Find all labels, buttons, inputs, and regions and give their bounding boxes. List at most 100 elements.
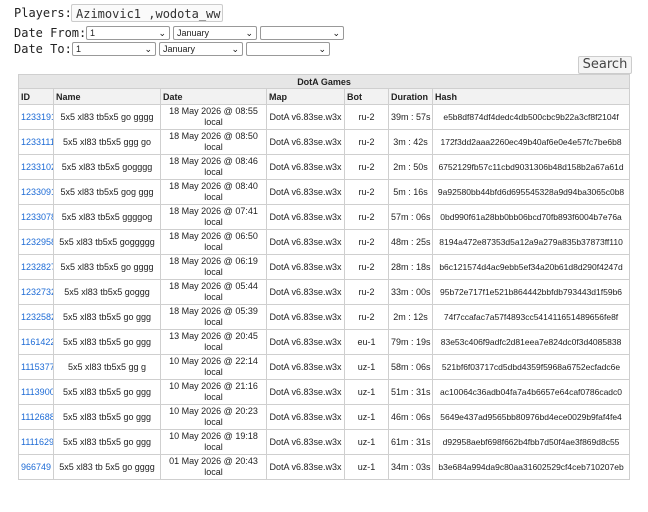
date-from-day-select[interactable]: 1 ⌄ xyxy=(86,26,170,40)
game-bot-cell: ru-2 xyxy=(344,204,389,230)
game-date-timezone: local xyxy=(204,142,223,152)
table-row: 966749 5x5 xl83 tb 5x5 go gggg 01 May 2026… xyxy=(18,454,631,480)
game-name-cell: 5x5 xl83 tb 5x5 go gggg xyxy=(53,454,161,480)
date-from-month-value: January xyxy=(177,28,210,38)
game-duration-cell: 2m : 12s xyxy=(388,304,433,330)
game-date-value: 13 May 2026 @ 20:45 xyxy=(169,331,258,341)
game-map-cell: DotA v6.83se.w3x xyxy=(266,329,345,355)
game-date-timezone: local xyxy=(204,317,223,327)
game-map-cell: DotA v6.83se.w3x xyxy=(266,454,345,480)
game-date-timezone: local xyxy=(204,392,223,402)
game-hash-cell: 6752129fb57c11cbd9031306b48d158b2a67a61d xyxy=(431,154,631,180)
chevron-down-icon: ⌄ xyxy=(245,27,253,38)
game-date-timezone: local xyxy=(204,167,223,177)
game-date-value: 10 May 2026 @ 20:23 xyxy=(169,406,258,416)
game-id-link[interactable]: 966749 xyxy=(21,462,51,472)
game-date-value: 18 May 2026 @ 05:39 xyxy=(169,306,258,316)
game-bot-cell: ru-2 xyxy=(344,304,389,330)
game-name-cell: 5x5 xl83 tb5x5 go ggg xyxy=(53,304,161,330)
game-duration-cell: 3m : 42s xyxy=(388,129,433,155)
game-id-link[interactable]: 1112688 xyxy=(21,412,53,422)
game-hash-cell: b6c121574d4ac9ebb5ef34a20b61d8d290f4247d xyxy=(431,254,631,280)
game-hash-cell: 0bd990f61a28bb0bb06bcd70fb893f6004b7e76a xyxy=(431,204,631,230)
date-from-month-select[interactable]: January ⌄ xyxy=(173,26,257,40)
game-date-value: 18 May 2026 @ 06:50 xyxy=(169,231,258,241)
game-id-link[interactable]: 1161422 xyxy=(21,337,53,347)
game-id-link[interactable]: 1232827 xyxy=(21,262,53,272)
game-name-cell: 5x5 xl83 tb5x5 gogggg xyxy=(53,154,161,180)
game-hash-cell: 8194a472e87353d5a12a9a279a835b37873ff110 xyxy=(431,229,631,255)
games-table: DotA Games ID Name Date Map Bot Duration Hash … xyxy=(17,74,631,480)
players-input[interactable]: Azimovic1 ,wodota_ww xyxy=(71,4,223,22)
game-id-link[interactable]: 1111629 xyxy=(21,437,53,447)
game-duration-cell: 48m : 25s xyxy=(388,229,433,255)
date-to-month-select[interactable]: January ⌄ xyxy=(159,42,243,56)
game-date-cell: 18 May 2026 @ 08:50 local xyxy=(160,129,267,155)
game-id-cell: 1232827 xyxy=(18,254,54,280)
game-map-cell: DotA v6.83se.w3x xyxy=(266,104,345,130)
table-caption: DotA Games xyxy=(17,74,631,89)
game-date-cell: 18 May 2026 @ 05:39 local xyxy=(160,304,267,330)
game-bot-cell: ru-2 xyxy=(344,104,389,130)
game-date-value: 10 May 2026 @ 21:16 xyxy=(169,381,258,391)
game-id-cell: 1161422 xyxy=(18,329,54,355)
game-date-cell: 18 May 2026 @ 06:50 local xyxy=(160,229,267,255)
date-from-label: Date From: xyxy=(14,26,87,40)
game-date-cell: 10 May 2026 @ 21:16 local xyxy=(160,379,267,405)
game-duration-cell: 79m : 19s xyxy=(388,329,433,355)
table-row: 1232732 5x5 xl83 tb5x5 goggg 18 May 2026 @… xyxy=(18,279,631,305)
game-id-cell: 1233078 xyxy=(18,204,54,230)
game-hash-cell: 9a92580bb44bfd6d695545328a9d94ba3065c0b8 xyxy=(431,179,631,205)
game-id-cell: 1115377 xyxy=(18,354,54,380)
table-row: 1115377 5x5 xl83 tb5x5 gg g 10 May 2026 @ … xyxy=(18,354,631,380)
game-duration-cell: 2m : 50s xyxy=(388,154,433,180)
game-duration-cell: 61m : 31s xyxy=(388,429,433,455)
table-header-row: ID Name Date Map Bot Duration Hash xyxy=(18,88,631,105)
column-header: Duration xyxy=(388,88,433,105)
game-date-timezone: local xyxy=(204,417,223,427)
game-id-cell: 1233091 xyxy=(18,179,54,205)
game-date-value: 18 May 2026 @ 05:44 xyxy=(169,281,258,291)
game-bot-cell: ru-2 xyxy=(344,254,389,280)
date-to-month-value: January xyxy=(163,44,196,54)
game-date-value: 18 May 2026 @ 08:40 xyxy=(169,181,258,191)
game-hash-cell: 521bf6f03717cd5dbd4359f5968a6752ecfadc6e xyxy=(431,354,631,380)
game-id-link[interactable]: 1233111 xyxy=(21,137,53,147)
game-hash-cell: ac10064c36adb04fa7a4b6657e64caf0786cadc0 xyxy=(431,379,631,405)
game-duration-cell: 39m : 57s xyxy=(388,104,433,130)
date-from-year-select[interactable]: ⌄ xyxy=(260,26,344,40)
date-to-year-select[interactable]: ⌄ xyxy=(246,42,330,56)
game-id-cell: 1232958 xyxy=(18,229,54,255)
game-id-link[interactable]: 1232958 xyxy=(21,237,53,247)
table-row: 1111629 5x5 xl83 tb5x5 go ggg 10 May 2026 … xyxy=(18,429,631,455)
date-to-day-select[interactable]: 1 ⌄ xyxy=(72,42,156,56)
game-id-link[interactable]: 1233078 xyxy=(21,212,53,222)
game-bot-cell: ru-2 xyxy=(344,229,389,255)
table-row: 1161422 5x5 xl83 tb5x5 go ggg 13 May 2026 … xyxy=(18,329,631,355)
game-bot-cell: ru-2 xyxy=(344,129,389,155)
search-button[interactable]: Search xyxy=(578,56,632,74)
table-row: 1232582 5x5 xl83 tb5x5 go ggg 18 May 2026 … xyxy=(18,304,631,330)
game-duration-cell: 51m : 31s xyxy=(388,379,433,405)
game-hash-cell: 74f7ccafac7a57f4893cc541411651489656fe8f xyxy=(431,304,631,330)
table-row: 1233102 5x5 xl83 tb5x5 gogggg 18 May 2026 … xyxy=(18,154,631,180)
date-to-row: Date To: 1 ⌄ January ⌄ ⌄ xyxy=(14,41,347,57)
chevron-down-icon: ⌄ xyxy=(144,43,152,54)
game-map-cell: DotA v6.83se.w3x xyxy=(266,254,345,280)
game-date-cell: 10 May 2026 @ 19:18 local xyxy=(160,429,267,455)
game-name-cell: 5x5 xl83 tb5x5 go gggg xyxy=(53,254,161,280)
game-id-cell: 966749 xyxy=(18,454,54,480)
game-id-link[interactable]: 1232582 xyxy=(21,312,53,322)
game-date-value: 10 May 2026 @ 22:14 xyxy=(169,356,258,366)
game-bot-cell: uz-1 xyxy=(344,354,389,380)
game-date-cell: 13 May 2026 @ 20:45 local xyxy=(160,329,267,355)
game-id-link[interactable]: 1113900 xyxy=(21,387,53,397)
game-id-link[interactable]: 1232732 xyxy=(21,287,53,297)
game-id-link[interactable]: 1233191 xyxy=(21,112,53,122)
game-date-cell: 18 May 2026 @ 08:46 local xyxy=(160,154,267,180)
game-name-cell: 5x5 xl83 tb5x5 go ggg xyxy=(53,404,161,430)
game-id-link[interactable]: 1115377 xyxy=(21,362,53,372)
game-id-link[interactable]: 1233091 xyxy=(21,187,53,197)
game-id-link[interactable]: 1233102 xyxy=(21,162,53,172)
game-name-cell: 5x5 xl83 tb5x5 go gggg xyxy=(53,104,161,130)
